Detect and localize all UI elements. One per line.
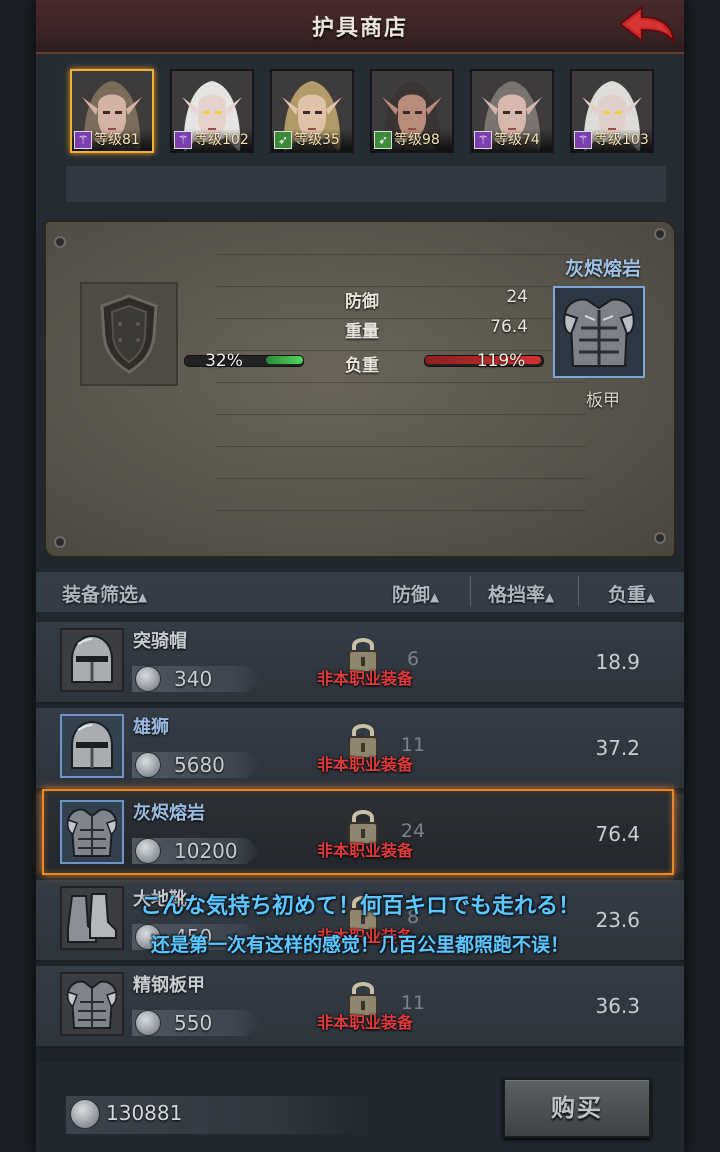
hero-slot-1[interactable]: ⚚ 等级81 bbox=[70, 69, 154, 153]
rivet bbox=[54, 536, 66, 548]
hero-slot-5[interactable]: ⚚ 等级74 bbox=[470, 69, 554, 153]
sort-load-button[interactable]: 负重▲ bbox=[608, 580, 655, 607]
subtitle-chinese: 还是第一次有这样的感觉！几百公里都照跑不误！ bbox=[150, 934, 569, 956]
item-load: 18.9 bbox=[595, 650, 640, 674]
hero-level: 等级74 bbox=[494, 132, 540, 148]
sort-arrow-icon: ▲ bbox=[646, 590, 656, 604]
staff-icon: ⚚ bbox=[474, 131, 492, 149]
hero-slot-2[interactable]: ⚚ 等级102 bbox=[170, 69, 254, 153]
load-label: 负重 bbox=[345, 356, 379, 376]
divider bbox=[216, 446, 586, 447]
helmet-icon bbox=[71, 634, 113, 683]
staff-icon: ⚚ bbox=[74, 131, 92, 149]
class-restriction-label: 非本职业装备 bbox=[317, 669, 414, 688]
hero-level: 等级98 bbox=[394, 132, 440, 148]
silver-coin-icon bbox=[135, 1010, 161, 1036]
sort-block-button[interactable]: 格挡率▲ bbox=[488, 580, 554, 607]
page-title: 护具商店 bbox=[311, 16, 408, 41]
bow-icon: ➶ bbox=[274, 131, 292, 149]
current-load-percent: 32% bbox=[205, 351, 243, 371]
selected-item-type: 板甲 bbox=[586, 391, 620, 411]
item-load: 37.2 bbox=[595, 736, 640, 760]
item-price: 340 bbox=[174, 667, 213, 691]
subtitle-japanese: こんな気持ち初めて！何百キロでも走れる！ bbox=[139, 894, 580, 919]
current-equipment-slot[interactable] bbox=[80, 282, 178, 386]
class-restriction-label: 非本职业装备 bbox=[317, 1013, 414, 1032]
defense-label: 防御 bbox=[345, 292, 379, 312]
item-load: 36.3 bbox=[595, 994, 640, 1018]
filter-button[interactable]: 装备筛选▲ bbox=[62, 580, 147, 607]
bow-icon: ➶ bbox=[374, 131, 392, 149]
plate-armor-icon bbox=[555, 288, 643, 376]
divider bbox=[216, 382, 586, 383]
item-thumbnail[interactable] bbox=[60, 628, 124, 692]
sort-arrow-icon: ▲ bbox=[545, 590, 555, 604]
col-defense-label: 防御 bbox=[392, 584, 431, 606]
column-separator bbox=[578, 576, 579, 606]
col-load-label: 负重 bbox=[608, 584, 647, 606]
current-load-fill bbox=[266, 356, 303, 364]
hero-slot-3[interactable]: ➶ 等级35 bbox=[270, 69, 354, 153]
column-separator bbox=[470, 576, 471, 606]
hero-level: 等级81 bbox=[94, 132, 140, 148]
hero-slot-4[interactable]: ➶ 等级98 bbox=[370, 69, 454, 153]
selected-item-name: 灰烬熔岩 bbox=[564, 258, 641, 280]
helmet-icon bbox=[71, 720, 113, 769]
selected-row-highlight bbox=[42, 789, 674, 875]
hero-info-strip bbox=[66, 166, 666, 202]
currency-amount: 130881 bbox=[106, 1101, 183, 1125]
back-button[interactable] bbox=[616, 4, 678, 48]
rivet bbox=[54, 236, 66, 248]
divider bbox=[216, 414, 586, 415]
item-name: 突骑帽 bbox=[133, 631, 187, 652]
defense-value: 24 bbox=[506, 287, 528, 307]
divider bbox=[216, 478, 586, 479]
divider bbox=[216, 510, 586, 511]
weight-value: 76.4 bbox=[490, 317, 528, 337]
hero-level: 等级35 bbox=[294, 132, 340, 148]
item-price: 5680 bbox=[174, 753, 225, 777]
plate-armor-icon bbox=[66, 980, 118, 1029]
shield-icon bbox=[100, 294, 158, 374]
sort-arrow-icon: ▲ bbox=[138, 590, 148, 604]
staff-icon: ⚚ bbox=[174, 131, 192, 149]
col-block-label: 格挡率 bbox=[488, 584, 546, 606]
sort-defense-button[interactable]: 防御▲ bbox=[392, 580, 439, 607]
item-price: 550 bbox=[174, 1011, 213, 1035]
hero-level: 等级103 bbox=[594, 132, 649, 148]
sort-arrow-icon: ▲ bbox=[430, 590, 440, 604]
rivet bbox=[654, 532, 666, 544]
buy-button[interactable]: 购买 bbox=[503, 1078, 651, 1138]
staff-icon: ⚚ bbox=[574, 131, 592, 149]
silver-coin-icon bbox=[70, 1099, 100, 1129]
divider bbox=[216, 318, 586, 319]
class-restriction-label: 非本职业装备 bbox=[317, 755, 414, 774]
silver-coin-icon bbox=[135, 752, 161, 778]
weight-label: 重量 bbox=[345, 322, 379, 342]
hero-selector: ⚚ 等级81 ⚚ 等级102 ➶ 等级35 ➶ 等级98 ⚚ 等级74 ⚚ 等级… bbox=[70, 69, 670, 159]
item-thumbnail[interactable] bbox=[60, 972, 124, 1036]
divider bbox=[216, 254, 586, 255]
rivet bbox=[654, 228, 666, 240]
selected-item-icon[interactable] bbox=[553, 286, 645, 378]
silver-coin-icon bbox=[135, 666, 161, 692]
item-name: 精钢板甲 bbox=[133, 975, 205, 996]
divider bbox=[216, 286, 586, 287]
item-name: 雄狮 bbox=[133, 717, 169, 738]
item-thumbnail[interactable] bbox=[60, 714, 124, 778]
filter-label: 装备筛选 bbox=[62, 584, 139, 606]
back-arrow-icon bbox=[618, 4, 676, 46]
hero-slot-6[interactable]: ⚚ 等级103 bbox=[570, 69, 654, 153]
new-load-percent: 119% bbox=[476, 351, 526, 371]
hero-level: 等级102 bbox=[194, 132, 249, 148]
